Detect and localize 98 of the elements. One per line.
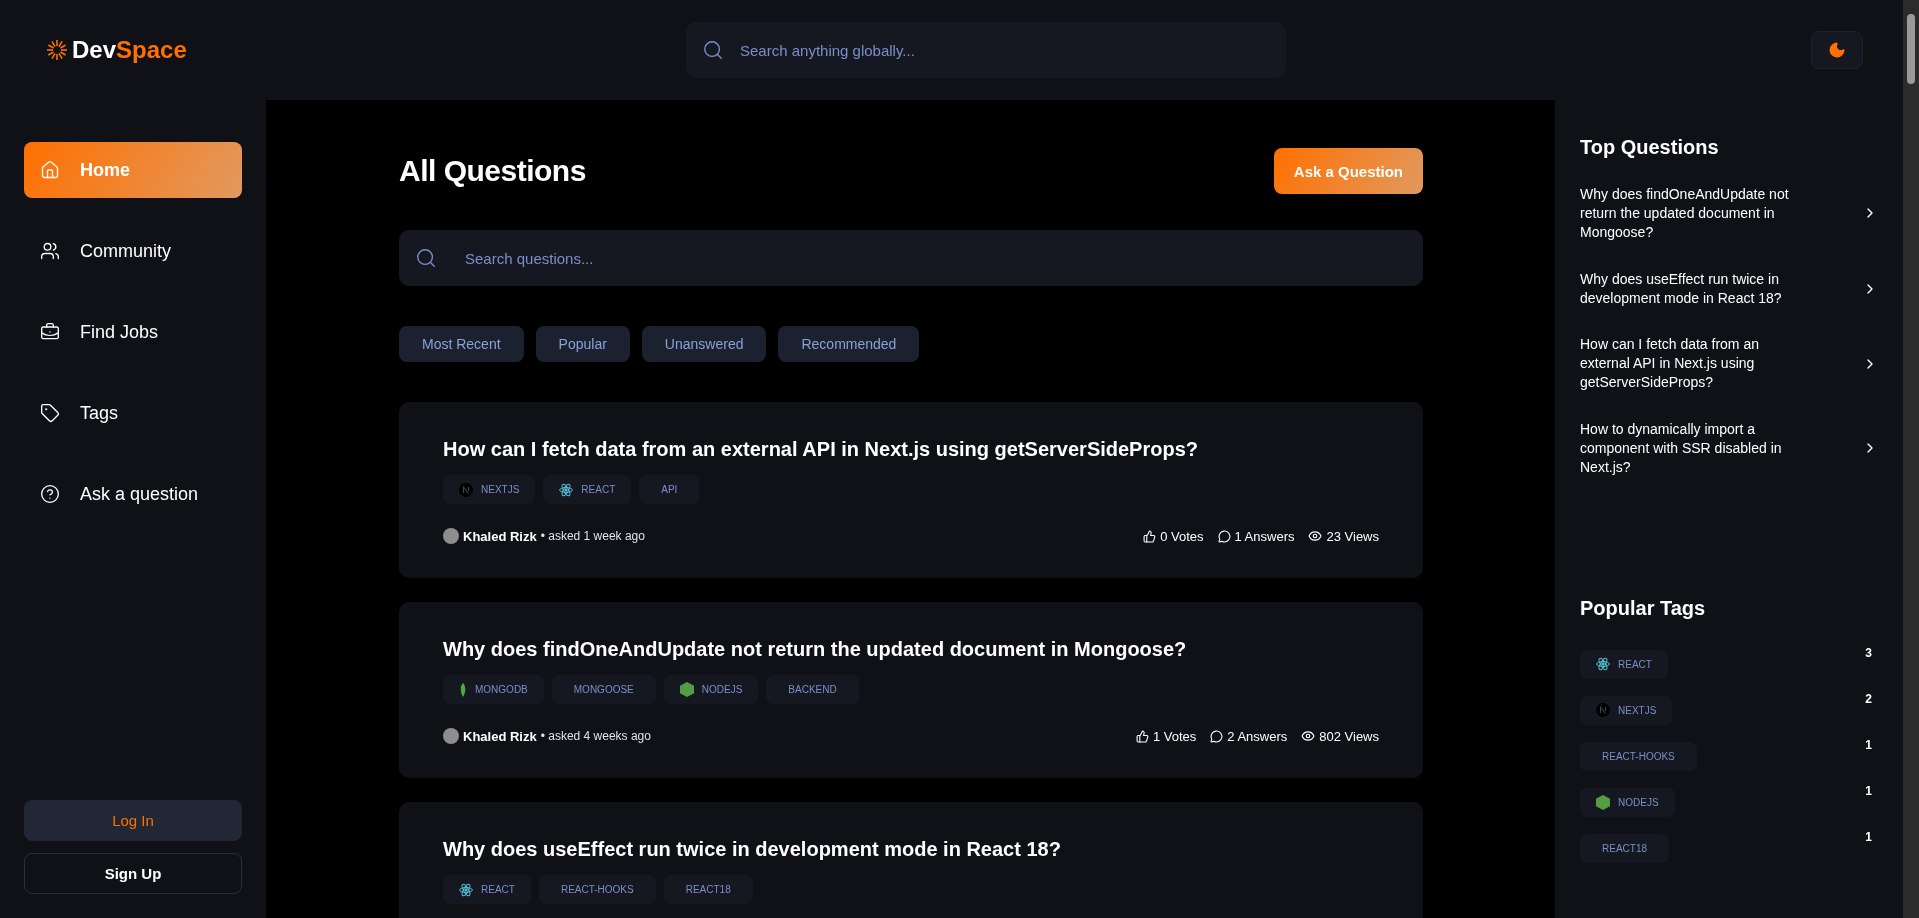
sidebar-item[interactable]: Ask a question: [24, 466, 242, 522]
tag-chip[interactable]: NEXTJS: [443, 475, 536, 504]
tag-count: 3: [1865, 645, 1873, 660]
global-search-field[interactable]: Search anything globally...: [686, 22, 1286, 78]
tag-count: 1: [1865, 829, 1873, 844]
answers-stat: 1 Answers: [1217, 528, 1295, 544]
tag-label: REACT-HOOKS: [560, 884, 634, 895]
votes-stat: 1 Votes: [1135, 728, 1197, 744]
tag-label: MONGOOSE: [573, 684, 634, 695]
question-card[interactable]: Why does findOneAndUpdate not return the updated document in Mongoose? MONGODB MONGOOSE NODEJS BACKEND Khaled Rizk • asked 4 weeks ago 1 Votes 2 Answers 802 Views: [399, 602, 1423, 778]
tag-label: REACT18: [1602, 842, 1647, 854]
sidebar-item[interactable]: Community: [24, 223, 242, 279]
filter-tab[interactable]: Unanswered: [641, 326, 767, 362]
sidebar-item[interactable]: Find Jobs: [24, 304, 242, 360]
answers-stat: 2 Answers: [1210, 728, 1288, 744]
signup-button[interactable]: Sign Up: [24, 853, 242, 894]
tag-count: 1: [1865, 737, 1873, 752]
question-icon: [40, 484, 60, 504]
tag-chip[interactable]: REACT18: [663, 875, 753, 904]
top-question-link[interactable]: Why does findOneAndUpdate not return the updated document in Mongoose?: [1580, 185, 1878, 242]
logo-text[interactable]: DevSpace: [72, 36, 187, 64]
speech-bubble-icon: [1217, 529, 1231, 543]
tag-chip[interactable]: REACT: [543, 475, 632, 504]
atom-icon: [559, 482, 574, 497]
users-icon: [40, 241, 60, 261]
tag-label: NODEJS: [701, 684, 743, 695]
home-icon: [40, 160, 60, 180]
question-card[interactable]: How can I fetch data from an external API in Next.js using getServerSideProps? NEXTJS REACT API Khaled Rizk • asked 1 week ago 0 Votes 1 Answers 23 Views: [399, 402, 1423, 578]
letter-n-circle-icon: [459, 482, 473, 497]
tag-count: 2: [1865, 691, 1873, 706]
votes-stat: 0 Votes: [1143, 528, 1204, 544]
page-title: All Questions: [399, 154, 586, 188]
tag-chip[interactable]: MONGOOSE: [551, 675, 656, 704]
eye-icon: [1308, 529, 1323, 543]
tag-label: NEXTJS: [1618, 704, 1657, 716]
tag-chip[interactable]: REACT-HOOKS: [538, 875, 656, 904]
tag-label: REACT: [1618, 658, 1652, 670]
filter-tab[interactable]: Popular: [535, 326, 630, 362]
author-name[interactable]: Khaled Rizk: [463, 728, 537, 744]
tag-label: REACT-HOOKS: [1602, 750, 1675, 762]
tag-chip[interactable]: REACT: [443, 875, 531, 904]
tag-label: NEXTJS: [481, 484, 520, 495]
question-title[interactable]: Why does findOneAndUpdate not return the updated document in Mongoose?: [443, 638, 1379, 661]
filter-tab[interactable]: Recommended: [778, 326, 920, 362]
question-title[interactable]: How can I fetch data from an external API in Next.js using getServerSideProps?: [443, 438, 1379, 461]
filter-tab[interactable]: Most Recent: [399, 326, 524, 362]
tag-label: API: [661, 484, 678, 495]
tag-chip[interactable]: BACKEND: [766, 675, 859, 704]
top-question-link[interactable]: Why does useEffect run twice in development mode in React 18?: [1580, 269, 1878, 308]
leaf-icon: [459, 682, 467, 697]
author-name[interactable]: Khaled Rizk: [463, 528, 537, 544]
top-question-link[interactable]: How to dynamically import a component with SSR disabled in Next.js?: [1580, 420, 1878, 477]
avatar: [443, 528, 459, 544]
avatar: [443, 728, 459, 744]
tag-chip[interactable]: REACT: [1580, 649, 1668, 679]
question-search-field[interactable]: Search questions...: [399, 230, 1423, 286]
tag-chip[interactable]: REACT18: [1580, 833, 1669, 863]
tag-chip[interactable]: NEXTJS: [1580, 695, 1673, 725]
tag-label: BACKEND: [788, 684, 837, 695]
views-stat: 802 Views: [1301, 728, 1379, 744]
tag-label: REACT: [581, 484, 616, 495]
tag-label: NODEJS: [1618, 796, 1659, 808]
search-icon: [702, 39, 724, 61]
briefcase-icon: [40, 322, 60, 342]
tag-chip[interactable]: MONGODB: [443, 675, 544, 704]
hexagon-icon: [1596, 794, 1610, 810]
tag-label: REACT18: [685, 884, 731, 895]
tag-label: MONGODB: [475, 684, 528, 695]
tag-chip[interactable]: REACT-HOOKS: [1580, 741, 1697, 771]
views-stat: 23 Views: [1308, 528, 1379, 544]
scrollbar[interactable]: [1903, 0, 1919, 918]
section-title: Top Questions: [1580, 136, 1720, 159]
moon-icon: [1828, 41, 1846, 59]
atom-icon: [459, 882, 473, 897]
thumbs-up-icon: [1135, 729, 1149, 743]
asked-time: • asked 4 weeks ago: [540, 729, 651, 743]
question-card[interactable]: Why does useEffect run twice in development mode in React 18? REACT REACT-HOOKS REACT18: [399, 802, 1423, 918]
atom-icon: [1596, 657, 1610, 672]
letter-n-circle-icon: [1596, 703, 1610, 718]
hexagon-icon: [679, 682, 694, 697]
tag-chip[interactable]: API: [639, 475, 700, 504]
theme-toggle-button[interactable]: [1811, 31, 1863, 69]
tag-icon: [40, 403, 60, 423]
search-icon: [415, 247, 437, 269]
thumbs-up-icon: [1143, 529, 1157, 543]
tag-count: 1: [1865, 783, 1873, 798]
tag-chip[interactable]: NODEJS: [663, 675, 759, 704]
asked-time: • asked 1 week ago: [540, 529, 645, 543]
tag-chip[interactable]: NODEJS: [1580, 787, 1675, 817]
section-title: Popular Tags: [1580, 596, 1707, 620]
eye-icon: [1301, 729, 1316, 743]
top-question-link[interactable]: How can I fetch data from an external API in Next.js using getServerSideProps?: [1580, 335, 1878, 393]
login-button[interactable]: Log In: [24, 800, 242, 841]
sunburst-logo-icon: [46, 39, 68, 61]
question-title[interactable]: Why does useEffect run twice in development mode in React 18?: [443, 838, 1379, 861]
speech-bubble-icon: [1210, 729, 1224, 743]
sidebar-item[interactable]: Tags: [24, 385, 242, 441]
tag-label: REACT: [481, 884, 515, 895]
